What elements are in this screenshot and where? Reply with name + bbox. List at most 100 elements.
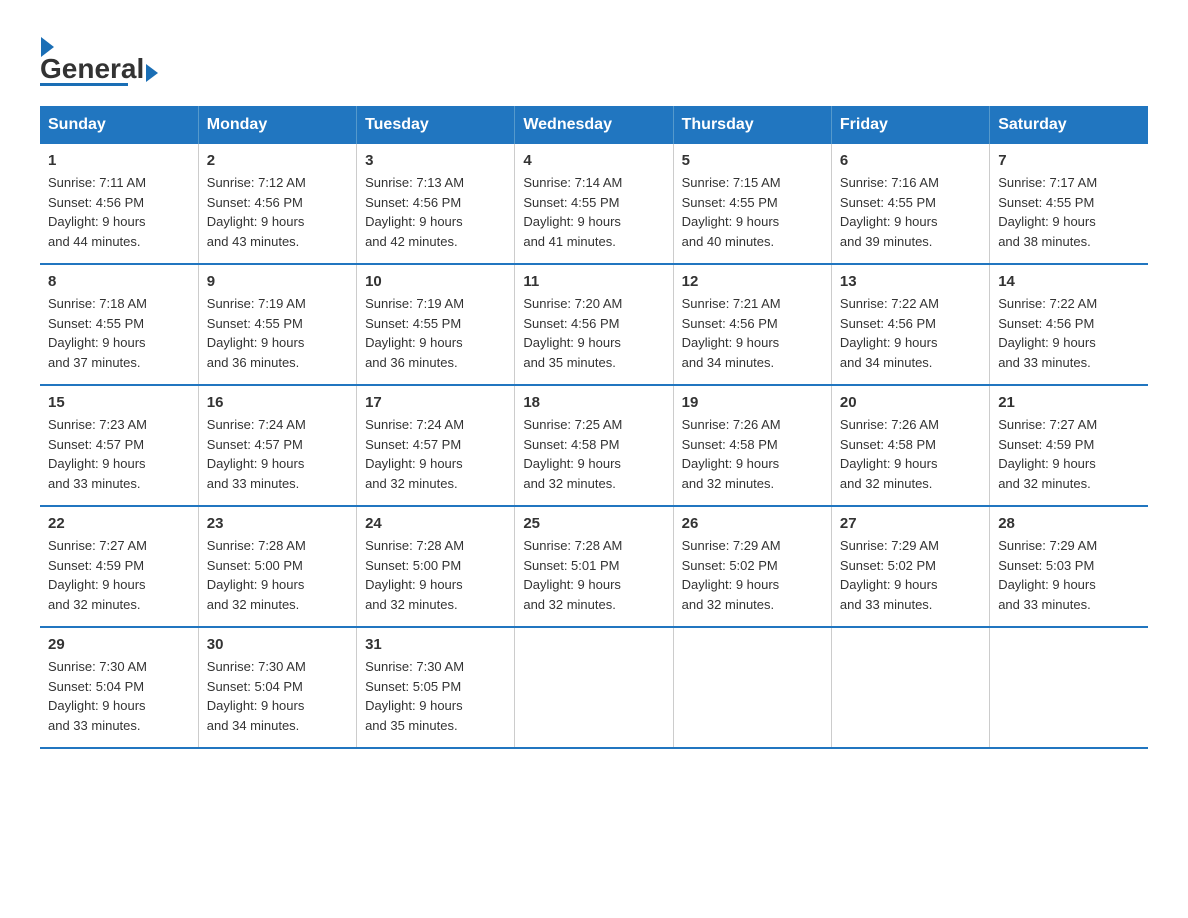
day-number: 13 bbox=[840, 273, 981, 290]
day-info: Sunrise: 7:28 AMSunset: 5:00 PMDaylight:… bbox=[365, 536, 506, 614]
header-saturday: Saturday bbox=[990, 106, 1148, 144]
day-number: 30 bbox=[207, 636, 348, 653]
day-number: 18 bbox=[523, 394, 664, 411]
day-number: 8 bbox=[48, 273, 190, 290]
calendar-cell: 19 Sunrise: 7:26 AMSunset: 4:58 PMDaylig… bbox=[673, 385, 831, 506]
header: General bbox=[40, 30, 1148, 86]
day-info: Sunrise: 7:30 AMSunset: 5:05 PMDaylight:… bbox=[365, 657, 506, 735]
calendar-cell: 24 Sunrise: 7:28 AMSunset: 5:00 PMDaylig… bbox=[357, 506, 515, 627]
day-number: 7 bbox=[998, 152, 1140, 169]
header-friday: Friday bbox=[831, 106, 989, 144]
header-monday: Monday bbox=[198, 106, 356, 144]
day-info: Sunrise: 7:29 AMSunset: 5:02 PMDaylight:… bbox=[840, 536, 981, 614]
day-info: Sunrise: 7:22 AMSunset: 4:56 PMDaylight:… bbox=[998, 294, 1140, 372]
calendar-cell bbox=[673, 627, 831, 748]
day-number: 23 bbox=[207, 515, 348, 532]
day-number: 5 bbox=[682, 152, 823, 169]
day-info: Sunrise: 7:30 AMSunset: 5:04 PMDaylight:… bbox=[48, 657, 190, 735]
calendar-cell bbox=[515, 627, 673, 748]
day-number: 14 bbox=[998, 273, 1140, 290]
calendar-cell: 22 Sunrise: 7:27 AMSunset: 4:59 PMDaylig… bbox=[40, 506, 198, 627]
day-number: 12 bbox=[682, 273, 823, 290]
calendar-cell: 1 Sunrise: 7:11 AMSunset: 4:56 PMDayligh… bbox=[40, 144, 198, 264]
day-info: Sunrise: 7:19 AMSunset: 4:55 PMDaylight:… bbox=[207, 294, 348, 372]
day-info: Sunrise: 7:14 AMSunset: 4:55 PMDaylight:… bbox=[523, 173, 664, 251]
calendar-cell: 3 Sunrise: 7:13 AMSunset: 4:56 PMDayligh… bbox=[357, 144, 515, 264]
day-info: Sunrise: 7:15 AMSunset: 4:55 PMDaylight:… bbox=[682, 173, 823, 251]
day-number: 29 bbox=[48, 636, 190, 653]
calendar-cell: 12 Sunrise: 7:21 AMSunset: 4:56 PMDaylig… bbox=[673, 264, 831, 385]
header-wednesday: Wednesday bbox=[515, 106, 673, 144]
day-info: Sunrise: 7:12 AMSunset: 4:56 PMDaylight:… bbox=[207, 173, 348, 251]
day-number: 9 bbox=[207, 273, 348, 290]
calendar-week-row: 1 Sunrise: 7:11 AMSunset: 4:56 PMDayligh… bbox=[40, 144, 1148, 264]
calendar-cell: 23 Sunrise: 7:28 AMSunset: 5:00 PMDaylig… bbox=[198, 506, 356, 627]
header-tuesday: Tuesday bbox=[357, 106, 515, 144]
day-info: Sunrise: 7:27 AMSunset: 4:59 PMDaylight:… bbox=[998, 415, 1140, 493]
calendar-cell: 5 Sunrise: 7:15 AMSunset: 4:55 PMDayligh… bbox=[673, 144, 831, 264]
calendar-cell: 29 Sunrise: 7:30 AMSunset: 5:04 PMDaylig… bbox=[40, 627, 198, 748]
header-thursday: Thursday bbox=[673, 106, 831, 144]
calendar-cell: 6 Sunrise: 7:16 AMSunset: 4:55 PMDayligh… bbox=[831, 144, 989, 264]
day-info: Sunrise: 7:28 AMSunset: 5:01 PMDaylight:… bbox=[523, 536, 664, 614]
day-info: Sunrise: 7:30 AMSunset: 5:04 PMDaylight:… bbox=[207, 657, 348, 735]
day-info: Sunrise: 7:16 AMSunset: 4:55 PMDaylight:… bbox=[840, 173, 981, 251]
day-number: 3 bbox=[365, 152, 506, 169]
calendar-cell: 26 Sunrise: 7:29 AMSunset: 5:02 PMDaylig… bbox=[673, 506, 831, 627]
calendar-cell: 16 Sunrise: 7:24 AMSunset: 4:57 PMDaylig… bbox=[198, 385, 356, 506]
calendar-week-row: 29 Sunrise: 7:30 AMSunset: 5:04 PMDaylig… bbox=[40, 627, 1148, 748]
header-sunday: Sunday bbox=[40, 106, 198, 144]
day-number: 28 bbox=[998, 515, 1140, 532]
calendar-week-row: 8 Sunrise: 7:18 AMSunset: 4:55 PMDayligh… bbox=[40, 264, 1148, 385]
calendar-cell: 18 Sunrise: 7:25 AMSunset: 4:58 PMDaylig… bbox=[515, 385, 673, 506]
calendar-cell bbox=[831, 627, 989, 748]
day-info: Sunrise: 7:17 AMSunset: 4:55 PMDaylight:… bbox=[998, 173, 1140, 251]
day-info: Sunrise: 7:24 AMSunset: 4:57 PMDaylight:… bbox=[207, 415, 348, 493]
day-number: 17 bbox=[365, 394, 506, 411]
day-info: Sunrise: 7:20 AMSunset: 4:56 PMDaylight:… bbox=[523, 294, 664, 372]
calendar-week-row: 22 Sunrise: 7:27 AMSunset: 4:59 PMDaylig… bbox=[40, 506, 1148, 627]
day-number: 25 bbox=[523, 515, 664, 532]
day-info: Sunrise: 7:21 AMSunset: 4:56 PMDaylight:… bbox=[682, 294, 823, 372]
calendar-cell: 28 Sunrise: 7:29 AMSunset: 5:03 PMDaylig… bbox=[990, 506, 1148, 627]
day-number: 2 bbox=[207, 152, 348, 169]
calendar-cell: 13 Sunrise: 7:22 AMSunset: 4:56 PMDaylig… bbox=[831, 264, 989, 385]
calendar-cell: 20 Sunrise: 7:26 AMSunset: 4:58 PMDaylig… bbox=[831, 385, 989, 506]
calendar-cell: 30 Sunrise: 7:30 AMSunset: 5:04 PMDaylig… bbox=[198, 627, 356, 748]
day-number: 11 bbox=[523, 273, 664, 290]
day-number: 31 bbox=[365, 636, 506, 653]
day-number: 24 bbox=[365, 515, 506, 532]
day-number: 1 bbox=[48, 152, 190, 169]
calendar-header-row: SundayMondayTuesdayWednesdayThursdayFrid… bbox=[40, 106, 1148, 144]
day-info: Sunrise: 7:19 AMSunset: 4:55 PMDaylight:… bbox=[365, 294, 506, 372]
day-number: 19 bbox=[682, 394, 823, 411]
day-number: 22 bbox=[48, 515, 190, 532]
day-number: 15 bbox=[48, 394, 190, 411]
logo: General bbox=[40, 30, 158, 86]
day-info: Sunrise: 7:27 AMSunset: 4:59 PMDaylight:… bbox=[48, 536, 190, 614]
day-number: 10 bbox=[365, 273, 506, 290]
calendar-cell: 25 Sunrise: 7:28 AMSunset: 5:01 PMDaylig… bbox=[515, 506, 673, 627]
day-info: Sunrise: 7:11 AMSunset: 4:56 PMDaylight:… bbox=[48, 173, 190, 251]
day-number: 6 bbox=[840, 152, 981, 169]
day-info: Sunrise: 7:24 AMSunset: 4:57 PMDaylight:… bbox=[365, 415, 506, 493]
day-info: Sunrise: 7:22 AMSunset: 4:56 PMDaylight:… bbox=[840, 294, 981, 372]
day-info: Sunrise: 7:25 AMSunset: 4:58 PMDaylight:… bbox=[523, 415, 664, 493]
calendar-cell bbox=[990, 627, 1148, 748]
day-number: 21 bbox=[998, 394, 1140, 411]
calendar-week-row: 15 Sunrise: 7:23 AMSunset: 4:57 PMDaylig… bbox=[40, 385, 1148, 506]
day-info: Sunrise: 7:28 AMSunset: 5:00 PMDaylight:… bbox=[207, 536, 348, 614]
day-info: Sunrise: 7:23 AMSunset: 4:57 PMDaylight:… bbox=[48, 415, 190, 493]
day-info: Sunrise: 7:18 AMSunset: 4:55 PMDaylight:… bbox=[48, 294, 190, 372]
calendar-cell: 9 Sunrise: 7:19 AMSunset: 4:55 PMDayligh… bbox=[198, 264, 356, 385]
day-info: Sunrise: 7:13 AMSunset: 4:56 PMDaylight:… bbox=[365, 173, 506, 251]
calendar-cell: 17 Sunrise: 7:24 AMSunset: 4:57 PMDaylig… bbox=[357, 385, 515, 506]
calendar-cell: 14 Sunrise: 7:22 AMSunset: 4:56 PMDaylig… bbox=[990, 264, 1148, 385]
calendar-cell: 31 Sunrise: 7:30 AMSunset: 5:05 PMDaylig… bbox=[357, 627, 515, 748]
calendar-cell: 15 Sunrise: 7:23 AMSunset: 4:57 PMDaylig… bbox=[40, 385, 198, 506]
day-number: 27 bbox=[840, 515, 981, 532]
day-info: Sunrise: 7:29 AMSunset: 5:03 PMDaylight:… bbox=[998, 536, 1140, 614]
day-number: 20 bbox=[840, 394, 981, 411]
calendar-cell: 8 Sunrise: 7:18 AMSunset: 4:55 PMDayligh… bbox=[40, 264, 198, 385]
day-info: Sunrise: 7:26 AMSunset: 4:58 PMDaylight:… bbox=[840, 415, 981, 493]
